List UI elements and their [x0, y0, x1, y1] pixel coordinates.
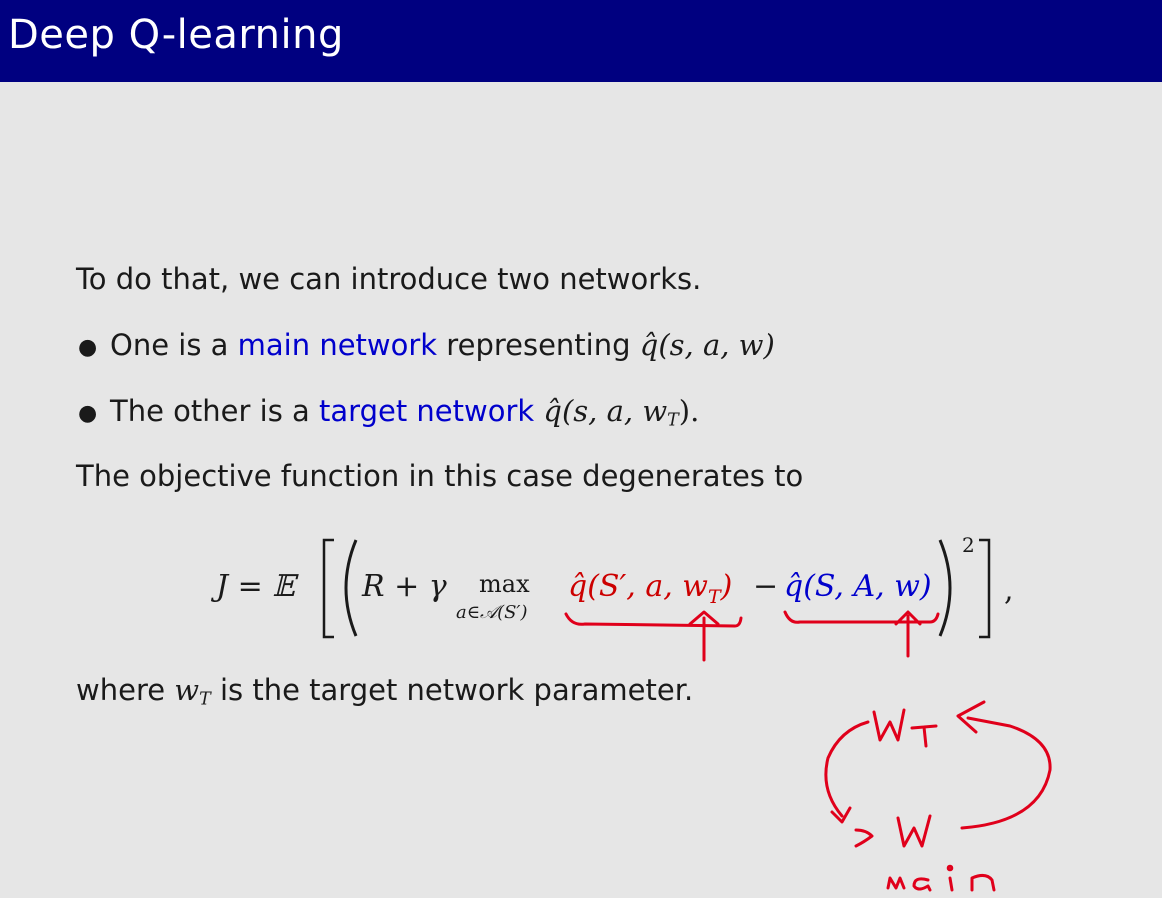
w-arrow-into: [854, 828, 874, 848]
main-letter-i-dot: [946, 864, 954, 872]
loop-arc-left: [824, 720, 870, 818]
wt-letter-w: [872, 708, 906, 742]
main-term-arrow: [894, 610, 922, 658]
main-letter-n: [970, 873, 996, 892]
main-letter-w: [896, 814, 932, 848]
main-letter-a: [912, 877, 932, 892]
loop-arrowhead-right: [956, 700, 986, 734]
main-letter-m: [886, 876, 906, 890]
main-letter-i: [948, 876, 954, 892]
wt-letter-t: [910, 724, 938, 748]
target-term-arrow: [688, 610, 720, 662]
loop-arc-right: [960, 716, 1052, 830]
handwritten-annotations: WT W main: [564, 610, 1052, 892]
